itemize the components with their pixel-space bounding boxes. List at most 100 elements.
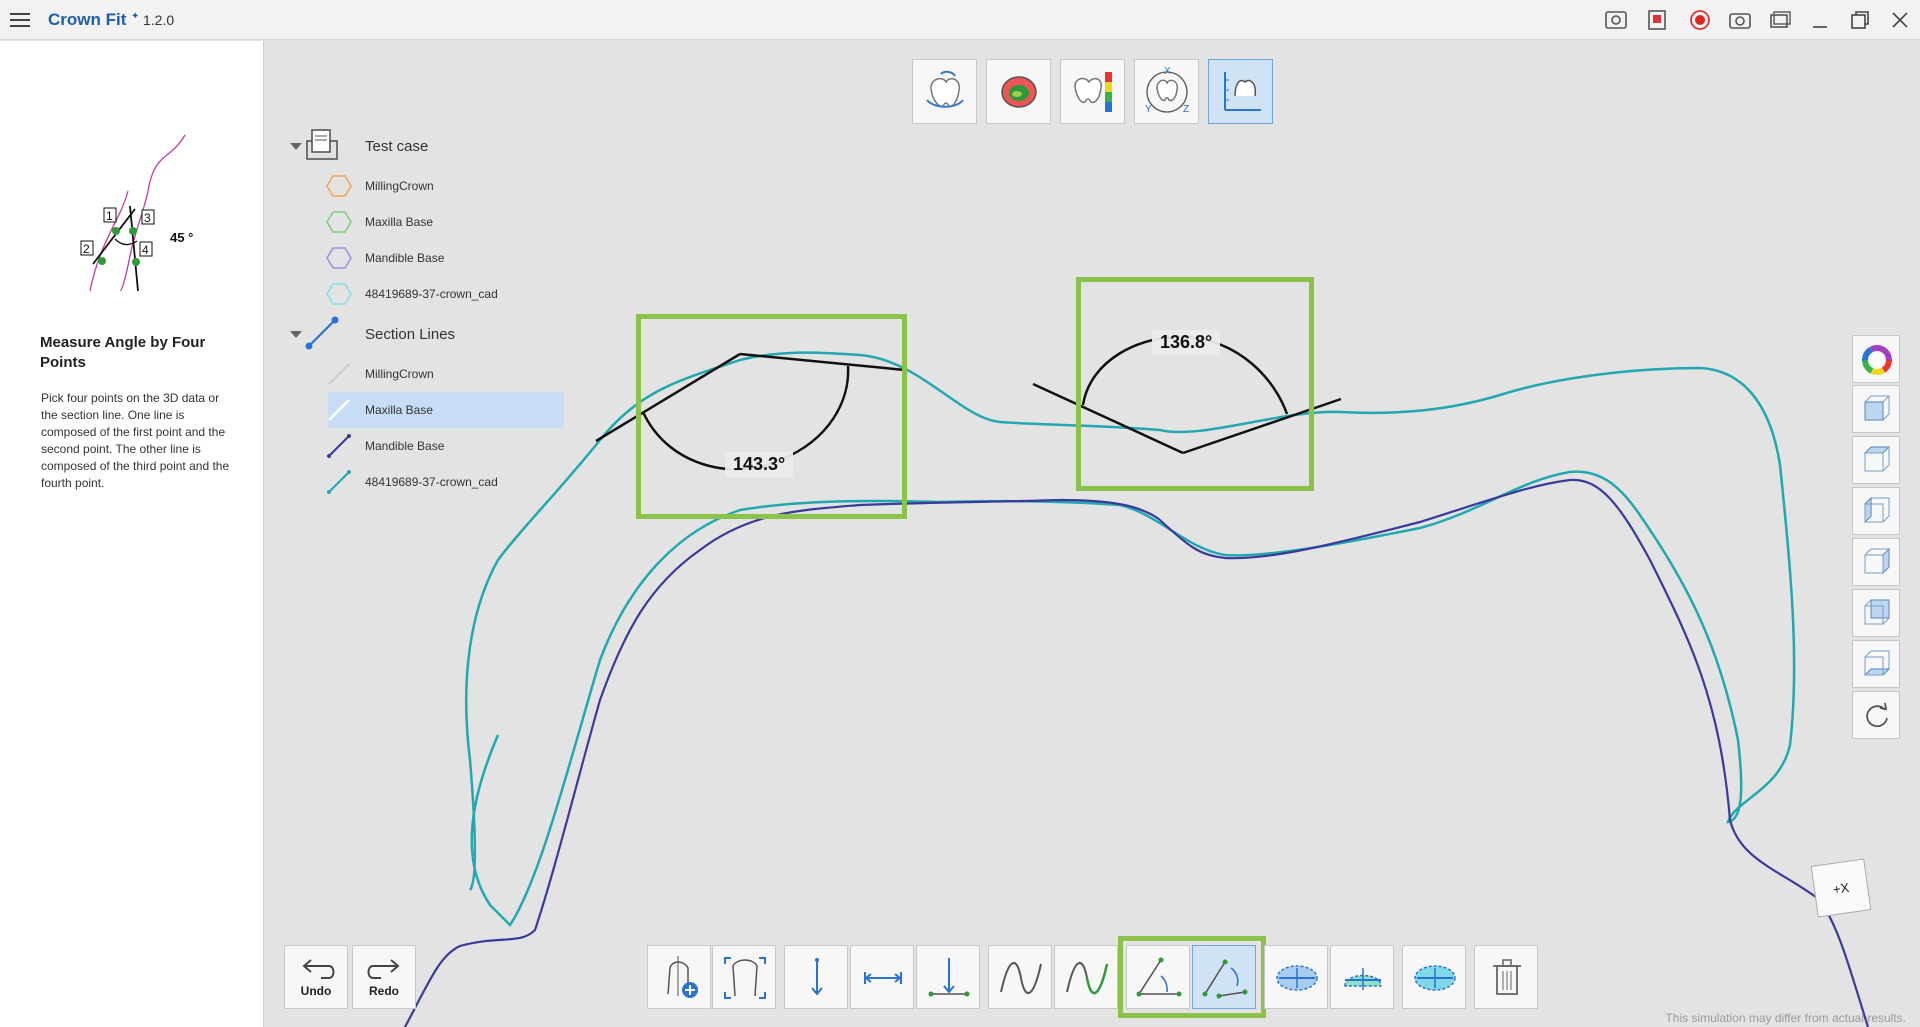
area-measure-button[interactable]: [1264, 945, 1328, 1009]
camera-icon[interactable]: [1728, 8, 1752, 32]
section-item-maxilla-base[interactable]: Maxilla Base: [326, 393, 566, 427]
tree-item-crown-cad[interactable]: 48419689-37-crown_cad: [326, 277, 566, 311]
cube-bottom-icon: [1863, 650, 1891, 676]
view-back-button[interactable]: [1852, 589, 1900, 637]
hexagon-icon: [326, 211, 352, 233]
view-top-button[interactable]: [1852, 436, 1900, 484]
tree-item-maxilla-base[interactable]: Maxilla Base: [326, 205, 566, 239]
curve-distance-button[interactable]: [988, 945, 1052, 1009]
tree-item-label: 48419689-37-crown_cad: [365, 287, 498, 301]
tree-item-label: MillingCrown: [365, 179, 434, 193]
add-section-line-button[interactable]: [647, 945, 711, 1009]
screenshot-settings-icon[interactable]: [1604, 8, 1628, 32]
color-picker-button[interactable]: [1852, 335, 1900, 383]
measure-ruler-icon: [1224, 72, 1261, 111]
axis-orientation-button[interactable]: X Y Z: [1134, 59, 1199, 124]
occlusion-map-icon: [1001, 76, 1037, 108]
angle-measurement-1-highlight: [636, 314, 907, 519]
diagram-point-3: 3: [144, 211, 151, 225]
simulation-disclaimer: This simulation may differ from actual r…: [1665, 1011, 1906, 1025]
undo-button[interactable]: Undo: [284, 945, 348, 1009]
view-front-button[interactable]: [1852, 385, 1900, 433]
volume-measure-button[interactable]: [1402, 945, 1466, 1009]
curve-distance-icon: [1000, 961, 1042, 995]
angle-measurement-1-value[interactable]: 143.3°: [725, 452, 794, 477]
cube-right-icon: [1864, 547, 1890, 575]
section-item-crown-cad[interactable]: 48419689-37-crown_cad: [326, 465, 566, 499]
record-region-icon[interactable]: [1646, 8, 1670, 32]
cube-front-icon: [1864, 395, 1890, 421]
perpendicular-distance-button[interactable]: [916, 945, 980, 1009]
measurement-tools-button[interactable]: [1208, 59, 1273, 124]
trash-icon: [1493, 959, 1521, 995]
tool-description: Pick four points on the 3D data or the s…: [41, 391, 230, 490]
hexagon-icon: [326, 175, 352, 197]
tree-item-label: MillingCrown: [365, 367, 434, 381]
rotate-view-button[interactable]: [912, 59, 977, 124]
diagram-point-4: 4: [142, 243, 149, 257]
tree-item-mandible-base[interactable]: Mandible Base: [326, 241, 566, 275]
section-frame-icon: [724, 957, 766, 999]
gallery-icon[interactable]: [1768, 8, 1792, 32]
volume-icon: [1414, 965, 1456, 991]
tree-item-millingcrown[interactable]: MillingCrown: [326, 169, 566, 203]
section-area-icon: [1344, 968, 1382, 990]
record-icon[interactable]: [1688, 8, 1712, 32]
app-logo-icon: ✦: [131, 11, 140, 22]
occlusion-map-button[interactable]: [986, 59, 1051, 124]
collapse-test-case-icon[interactable]: [290, 143, 302, 150]
tree-group-section-lines[interactable]: Section Lines: [365, 317, 455, 351]
redo-button[interactable]: Redo: [352, 945, 416, 1009]
collapse-section-lines-icon[interactable]: [290, 331, 302, 338]
svg-text:Y: Y: [1145, 104, 1152, 115]
xyz-axis-icon: X Y Z: [1145, 66, 1189, 115]
color-scale-button[interactable]: [1060, 59, 1125, 124]
close-icon[interactable]: [1888, 8, 1912, 32]
cube-back-icon: [1864, 599, 1890, 625]
angle-tools-highlight: [1118, 936, 1266, 1018]
section-item-mandible-base[interactable]: Mandible Base: [326, 429, 566, 463]
diagram-point-1: 1: [106, 209, 113, 223]
ellipse-area-icon: [1276, 965, 1318, 991]
tooth-color-scale-icon: [1074, 72, 1112, 112]
vertical-distance-button[interactable]: [784, 945, 848, 1009]
section-item-millingcrown[interactable]: MillingCrown: [326, 357, 566, 391]
tree-item-label: 48419689-37-crown_cad: [365, 475, 498, 489]
minimize-icon[interactable]: [1808, 8, 1832, 32]
reset-view-button[interactable]: [1852, 691, 1900, 739]
section-line-icon: [328, 363, 350, 385]
angle-measurement-2-value[interactable]: 136.8°: [1152, 330, 1221, 355]
test-case-icon: [306, 129, 338, 160]
horizontal-distance-icon: [864, 972, 902, 984]
cube-top-icon: [1863, 446, 1891, 472]
restore-window-icon[interactable]: [1848, 8, 1872, 32]
vertical-distance-icon: [811, 958, 823, 996]
view-left-button[interactable]: [1852, 487, 1900, 535]
horizontal-distance-button[interactable]: [850, 945, 914, 1009]
orientation-cube[interactable]: +X: [1810, 858, 1872, 918]
cube-left-icon: [1864, 496, 1890, 524]
diagram-point-2: 2: [83, 242, 90, 256]
title-bar: Crown Fit ✦ 1.2.0: [0, 0, 1920, 40]
tree-group-label: Test case: [365, 137, 429, 155]
tree-group-test-case[interactable]: Test case: [365, 129, 428, 163]
view-bottom-button[interactable]: [1852, 640, 1900, 688]
tool-title: Measure Angle by Four Points: [40, 334, 206, 371]
hamburger-menu-icon[interactable]: [8, 8, 32, 32]
delete-button[interactable]: [1474, 945, 1538, 1009]
section-line-icon: [328, 399, 350, 421]
undo-label: Undo: [300, 984, 332, 998]
four-point-angle-diagram: 1 2 3 4 45 °: [80, 134, 193, 291]
section-frame-button[interactable]: [712, 945, 776, 1009]
tooth-rotate-icon: [926, 70, 964, 108]
section-line-icon: [327, 434, 351, 458]
diagram-angle-label: 45 °: [170, 230, 193, 245]
app-title: Crown Fit: [48, 10, 127, 29]
tooth-add-icon: [667, 956, 698, 998]
cross-section-area-button[interactable]: [1330, 945, 1394, 1009]
hexagon-icon: [326, 247, 352, 269]
reset-rotate-icon: [1866, 702, 1888, 728]
curve-highlight-button[interactable]: [1054, 945, 1118, 1009]
view-right-button[interactable]: [1852, 538, 1900, 586]
svg-text:Z: Z: [1183, 104, 1189, 115]
